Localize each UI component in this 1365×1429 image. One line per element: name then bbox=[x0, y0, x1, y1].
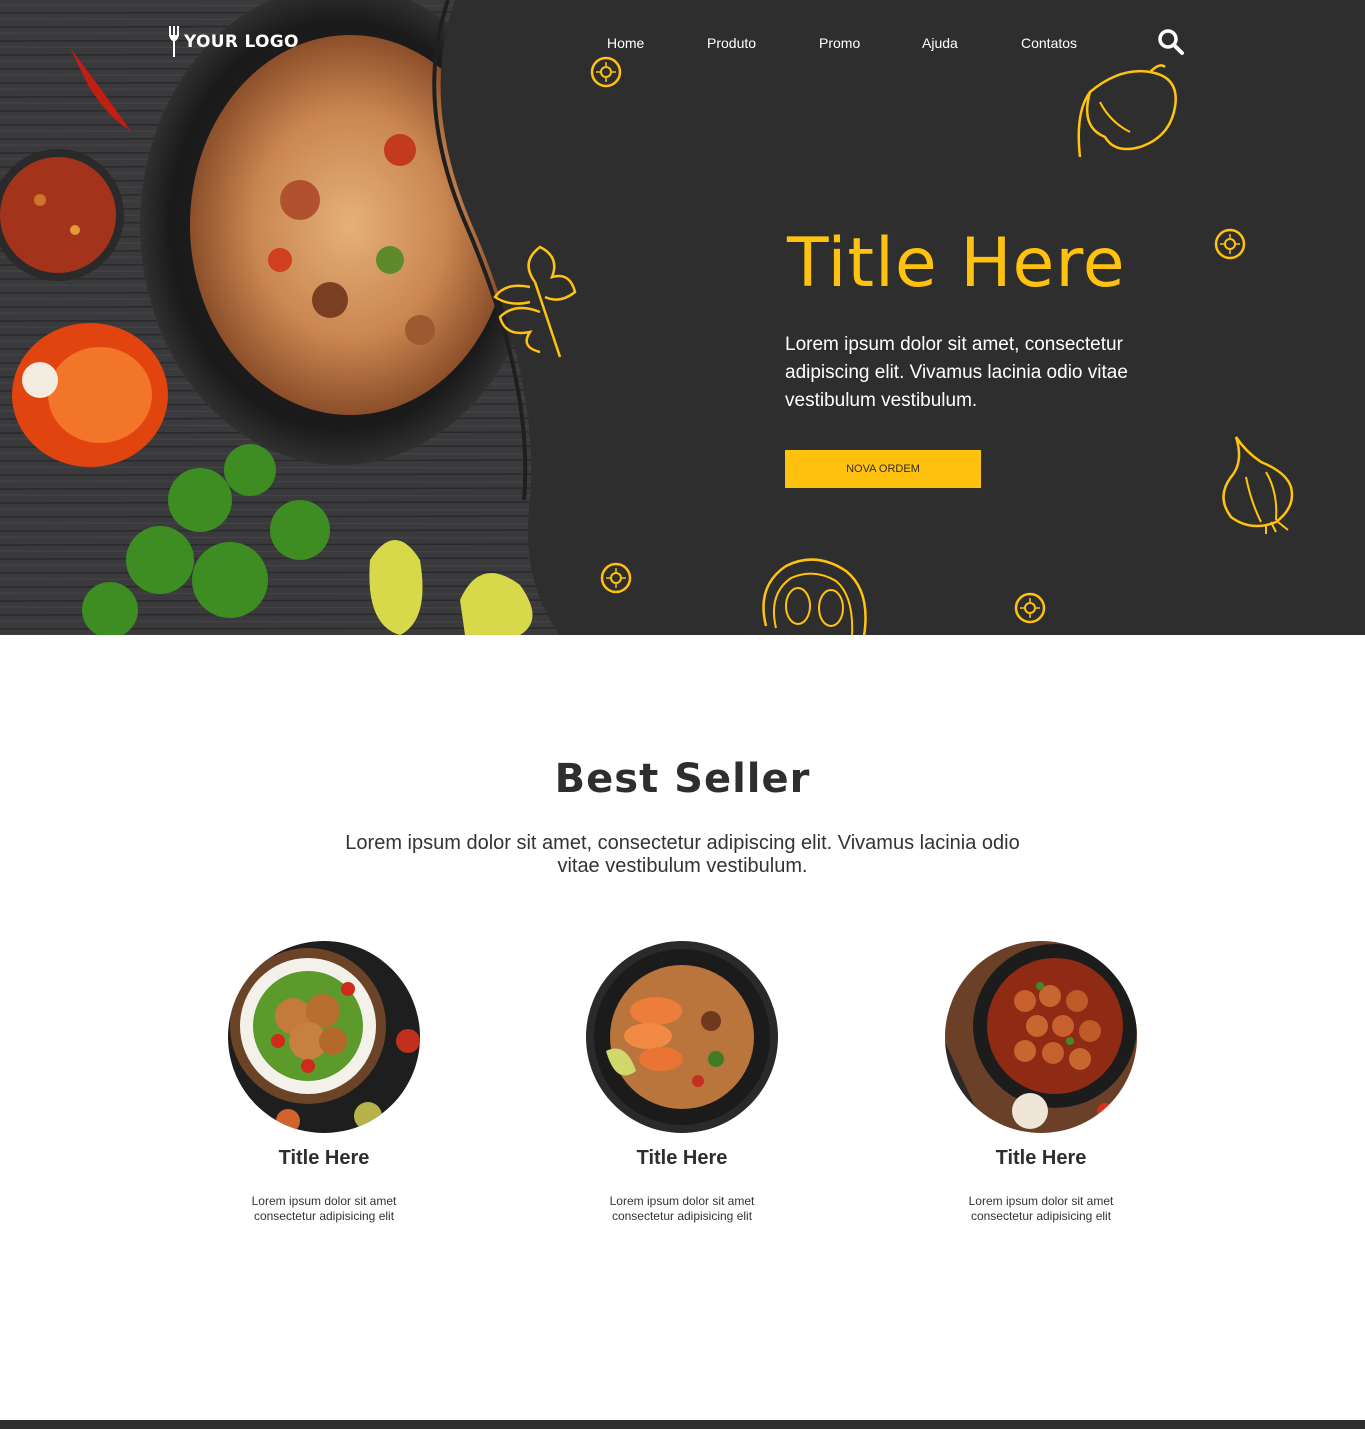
best-seller-title: Best Seller bbox=[554, 756, 811, 802]
hero-section: YOUR LOGO Home Produto Promo Ajuda Conta… bbox=[0, 0, 1365, 635]
hero-description: Lorem ipsum dolor sit amet, consectetur … bbox=[785, 334, 1128, 411]
tomato-half-doodle-icon bbox=[762, 558, 867, 635]
nova-ordem-button[interactable]: NOVA ORDEM bbox=[785, 450, 981, 488]
nav-produto[interactable]: Produto bbox=[707, 35, 756, 51]
product-card[interactable]: Title Here Lorem ipsum dolor sit amet co… bbox=[921, 941, 1161, 1224]
garlic-doodle-icon bbox=[1222, 436, 1294, 534]
footer-bar bbox=[0, 1420, 1365, 1429]
best-seller-description: Lorem ipsum dolor sit amet, consectetur … bbox=[345, 832, 1020, 877]
shrimp-noodles-bowl-image bbox=[586, 941, 778, 1133]
product-card[interactable]: Title Here Lorem ipsum dolor sit amet co… bbox=[562, 941, 802, 1224]
nav-contatos[interactable]: Contatos bbox=[1021, 35, 1077, 51]
nav-home[interactable]: Home bbox=[607, 35, 644, 51]
tomato-slice-doodle-icon bbox=[1014, 592, 1046, 624]
pepper-doodle-icon bbox=[1077, 64, 1177, 158]
fork-icon bbox=[169, 26, 179, 57]
tomato-slice-doodle-icon bbox=[600, 562, 632, 594]
tomato-slice-doodle-icon bbox=[1214, 228, 1246, 260]
tomato-slice-doodle-icon bbox=[590, 56, 622, 88]
logo-text: YOUR LOGO bbox=[184, 32, 299, 52]
hero-title: Title Here bbox=[787, 224, 1126, 303]
fried-chicken-plate-image bbox=[228, 941, 420, 1133]
meatballs-pan-image bbox=[945, 941, 1137, 1133]
product-description: Lorem ipsum dolor sit amet consectetur a… bbox=[609, 1194, 755, 1223]
nav-ajuda[interactable]: Ajuda bbox=[922, 35, 958, 51]
product-card[interactable]: Title Here Lorem ipsum dolor sit amet co… bbox=[204, 941, 444, 1224]
product-description: Lorem ipsum dolor sit amet consectetur a… bbox=[968, 1194, 1114, 1223]
product-title: Title Here bbox=[636, 1147, 728, 1169]
product-title: Title Here bbox=[278, 1147, 370, 1169]
product-title: Title Here bbox=[995, 1147, 1087, 1169]
search-icon[interactable] bbox=[1157, 28, 1185, 56]
product-description: Lorem ipsum dolor sit amet consectetur a… bbox=[251, 1194, 397, 1223]
parsley-doodle-icon bbox=[493, 245, 577, 358]
site-logo[interactable]: YOUR LOGO bbox=[168, 26, 299, 58]
nav-promo[interactable]: Promo bbox=[819, 35, 860, 51]
